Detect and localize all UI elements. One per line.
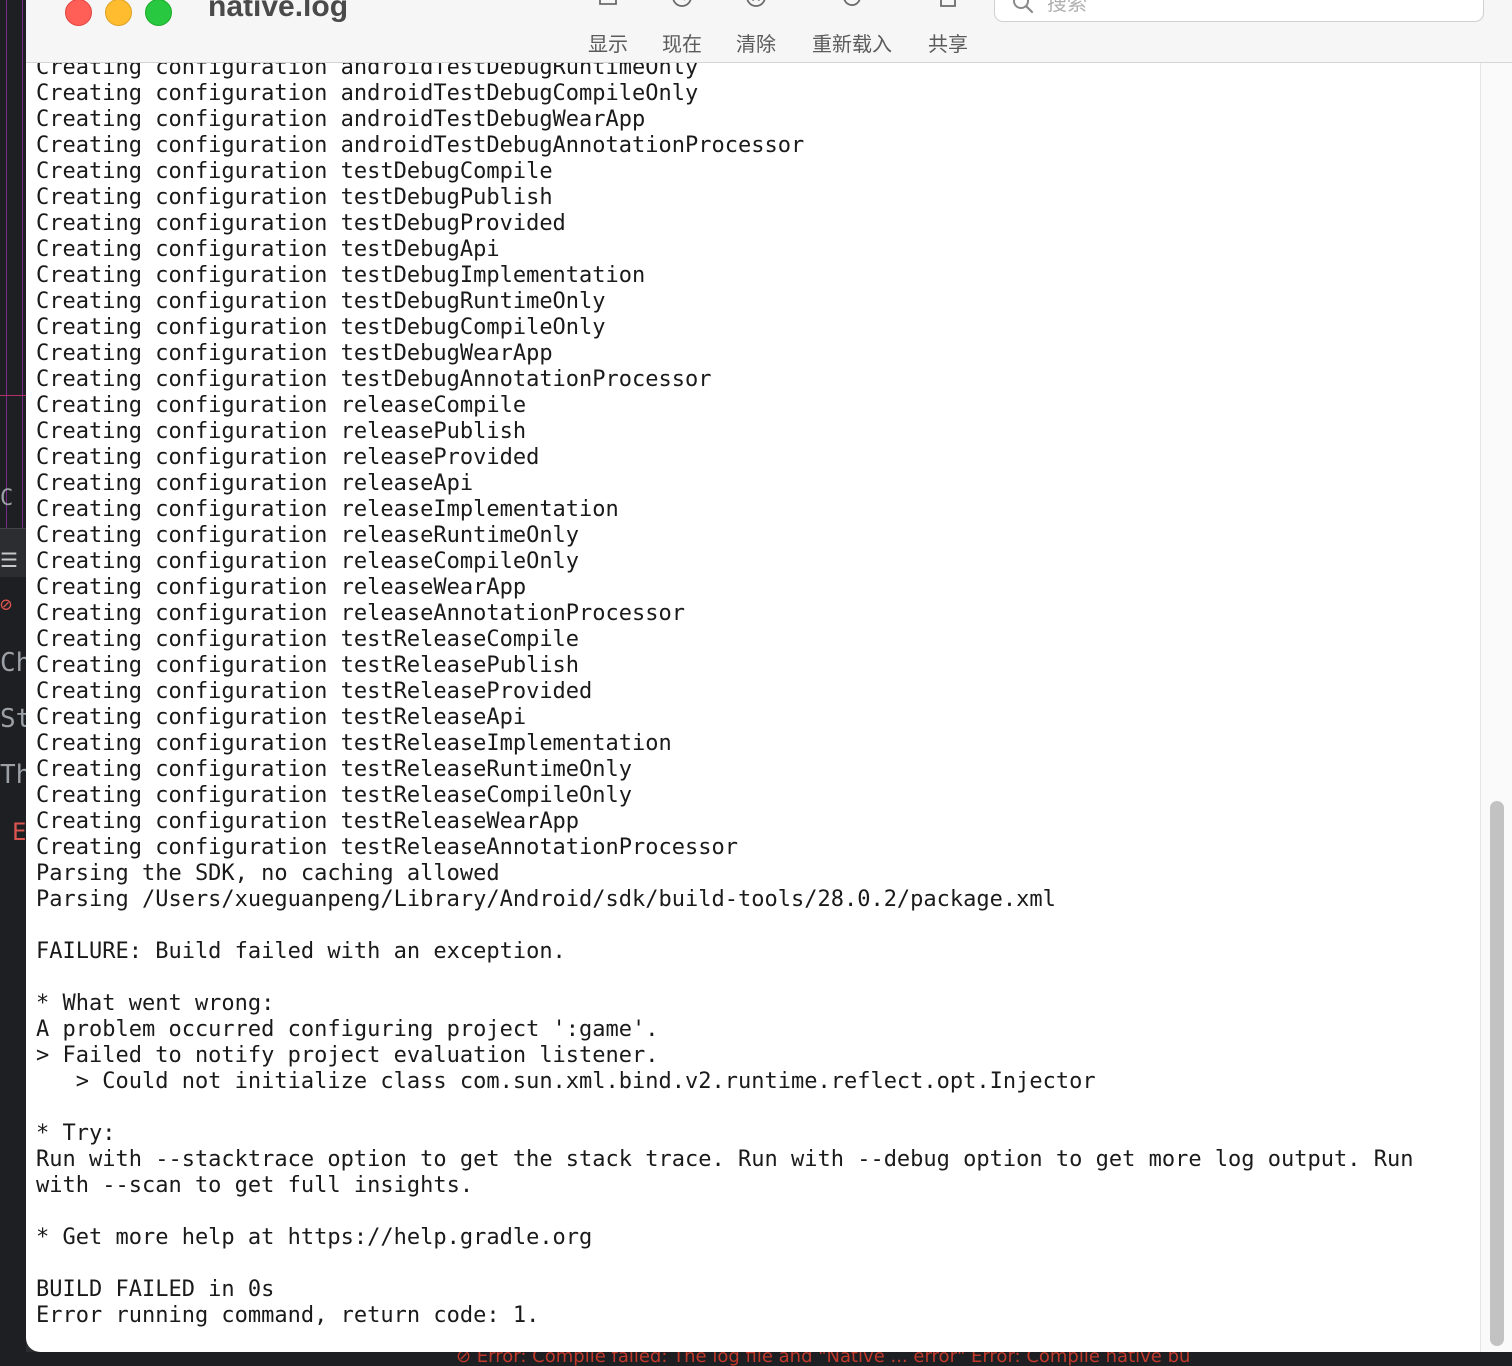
log-line: Creating configuration testReleaseCompil…	[36, 627, 580, 652]
share-button[interactable]: 共享	[916, 0, 980, 60]
reload-icon	[843, 0, 861, 6]
log-line: FAILURE: Build failed with an exception.	[36, 939, 566, 964]
log-line: Creating configuration testReleaseAnnota…	[36, 835, 738, 860]
ide-guide-line	[0, 395, 26, 396]
log-line: Creating configuration releaseProvided	[36, 445, 540, 470]
log-line: * What went wrong:	[36, 991, 275, 1016]
log-line: Creating configuration androidTestDebugA…	[36, 133, 805, 158]
log-line: Creating configuration testDebugProvided	[36, 211, 566, 236]
vertical-scrollbar[interactable]	[1480, 63, 1512, 1352]
log-line: Creating configuration androidTestDebugW…	[36, 107, 646, 132]
log-line: Creating configuration releaseCompileOnl…	[36, 549, 580, 574]
window-title: native.log	[208, 0, 349, 23]
ide-guide-line	[22, 0, 23, 530]
log-line: Creating configuration testDebugImplemen…	[36, 263, 646, 288]
log-text: Creating configuration androidTestDebugR…	[36, 63, 1414, 1329]
reload-button-label: 重新载入	[812, 32, 892, 56]
log-line: Creating configuration testDebugApi	[36, 237, 500, 262]
clear-button[interactable]: 清除	[724, 0, 788, 60]
show-button[interactable]: 显示	[576, 0, 640, 60]
log-line: * Get more help at https://help.gradle.o…	[36, 1225, 593, 1250]
log-line: Creating configuration testReleasePublis…	[36, 653, 580, 678]
tray-download-icon	[599, 0, 617, 5]
share-icon	[940, 0, 956, 7]
reload-button[interactable]: 重新载入	[802, 0, 902, 60]
window-toolbar: native.log 显示 现在 清除 重新载入 共享 搜索	[26, 0, 1512, 63]
search-input[interactable]	[1045, 0, 1469, 17]
log-line: Creating configuration releaseWearApp	[36, 575, 527, 600]
log-line: Creating configuration testDebugAnnotati…	[36, 367, 712, 392]
log-line: Creating configuration testDebugCompile	[36, 159, 553, 184]
log-view[interactable]: Creating configuration androidTestDebugR…	[26, 63, 1480, 1352]
log-line: > Failed to notify project evaluation li…	[36, 1043, 659, 1068]
now-button-label: 现在	[662, 32, 702, 56]
zoom-window-button[interactable]	[145, 0, 172, 26]
minimize-window-button[interactable]	[105, 0, 132, 26]
log-line: Creating configuration testDebugWearApp	[36, 341, 553, 366]
log-line: Creating configuration releaseApi	[36, 471, 474, 496]
log-line: Error running command, return code: 1.	[36, 1303, 540, 1328]
clear-button-label: 清除	[736, 32, 776, 56]
log-line: Creating configuration testReleaseRuntim…	[36, 757, 633, 782]
log-line: Creating configuration testDebugCompileO…	[36, 315, 606, 340]
search-field[interactable]	[994, 0, 1484, 22]
ide-text-fragment: E	[12, 818, 26, 846]
log-line: * Try:	[36, 1121, 116, 1146]
log-line: > Could not initialize class com.sun.xml…	[36, 1069, 1096, 1094]
clock-arrow-icon	[672, 0, 692, 7]
x-circle-icon	[746, 0, 766, 7]
share-button-label: 共享	[928, 32, 968, 56]
background-ide-panel: C ☰ 找 ⊘ Ch St Th E	[0, 0, 26, 1366]
now-button[interactable]: 现在	[650, 0, 714, 60]
log-line: Run with --stacktrace option to get the …	[36, 1147, 1414, 1172]
log-line: Creating configuration releaseAnnotation…	[36, 601, 686, 626]
log-line: Creating configuration testReleaseWearAp…	[36, 809, 580, 834]
background-error-strip: ⊘ Error: Compile failed: The log file an…	[26, 1352, 1512, 1366]
log-line: Creating configuration testReleaseApi	[36, 705, 527, 730]
scrollbar-thumb[interactable]	[1490, 801, 1504, 1346]
log-line: Creating configuration testDebugPublish	[36, 185, 553, 210]
ide-text-fragment: ☰ 找	[0, 548, 26, 572]
close-window-button[interactable]	[65, 0, 92, 26]
log-line: Creating configuration androidTestDebugR…	[36, 63, 699, 80]
show-button-label: 显示	[588, 32, 628, 56]
ide-text-fragment: Ch	[0, 648, 26, 678]
ide-text-fragment: C	[0, 486, 14, 511]
search-icon	[1013, 0, 1034, 14]
ide-text-fragment: St	[0, 704, 26, 734]
log-line: Creating configuration releaseRuntimeOnl…	[36, 523, 580, 548]
console-window: native.log 显示 现在 清除 重新载入 共享 搜索 Creating …	[26, 0, 1512, 1352]
log-line: Creating configuration releaseCompile	[36, 393, 527, 418]
log-line: Parsing the SDK, no caching allowed	[36, 861, 500, 886]
ide-guide-line	[6, 0, 7, 530]
log-line: BUILD FAILED in 0s	[36, 1277, 275, 1302]
log-line: Creating configuration testReleaseProvid…	[36, 679, 593, 704]
log-line: Creating configuration testReleaseImplem…	[36, 731, 672, 756]
ide-error-icon: ⊘	[0, 592, 13, 616]
log-line: Creating configuration testDebugRuntimeO…	[36, 289, 606, 314]
background-error-text: ⊘ Error: Compile failed: The log file an…	[456, 1352, 1191, 1366]
log-line: Creating configuration testReleaseCompil…	[36, 783, 633, 808]
log-line: Creating configuration releasePublish	[36, 419, 527, 444]
log-line: with --scan to get full insights.	[36, 1173, 474, 1198]
log-line: Parsing /Users/xueguanpeng/Library/Andro…	[36, 887, 1056, 912]
log-line: A problem occurred configuring project '…	[36, 1017, 659, 1042]
log-line: Creating configuration androidTestDebugC…	[36, 81, 699, 106]
log-line: Creating configuration releaseImplementa…	[36, 497, 619, 522]
ide-text-fragment: Th	[0, 760, 26, 790]
